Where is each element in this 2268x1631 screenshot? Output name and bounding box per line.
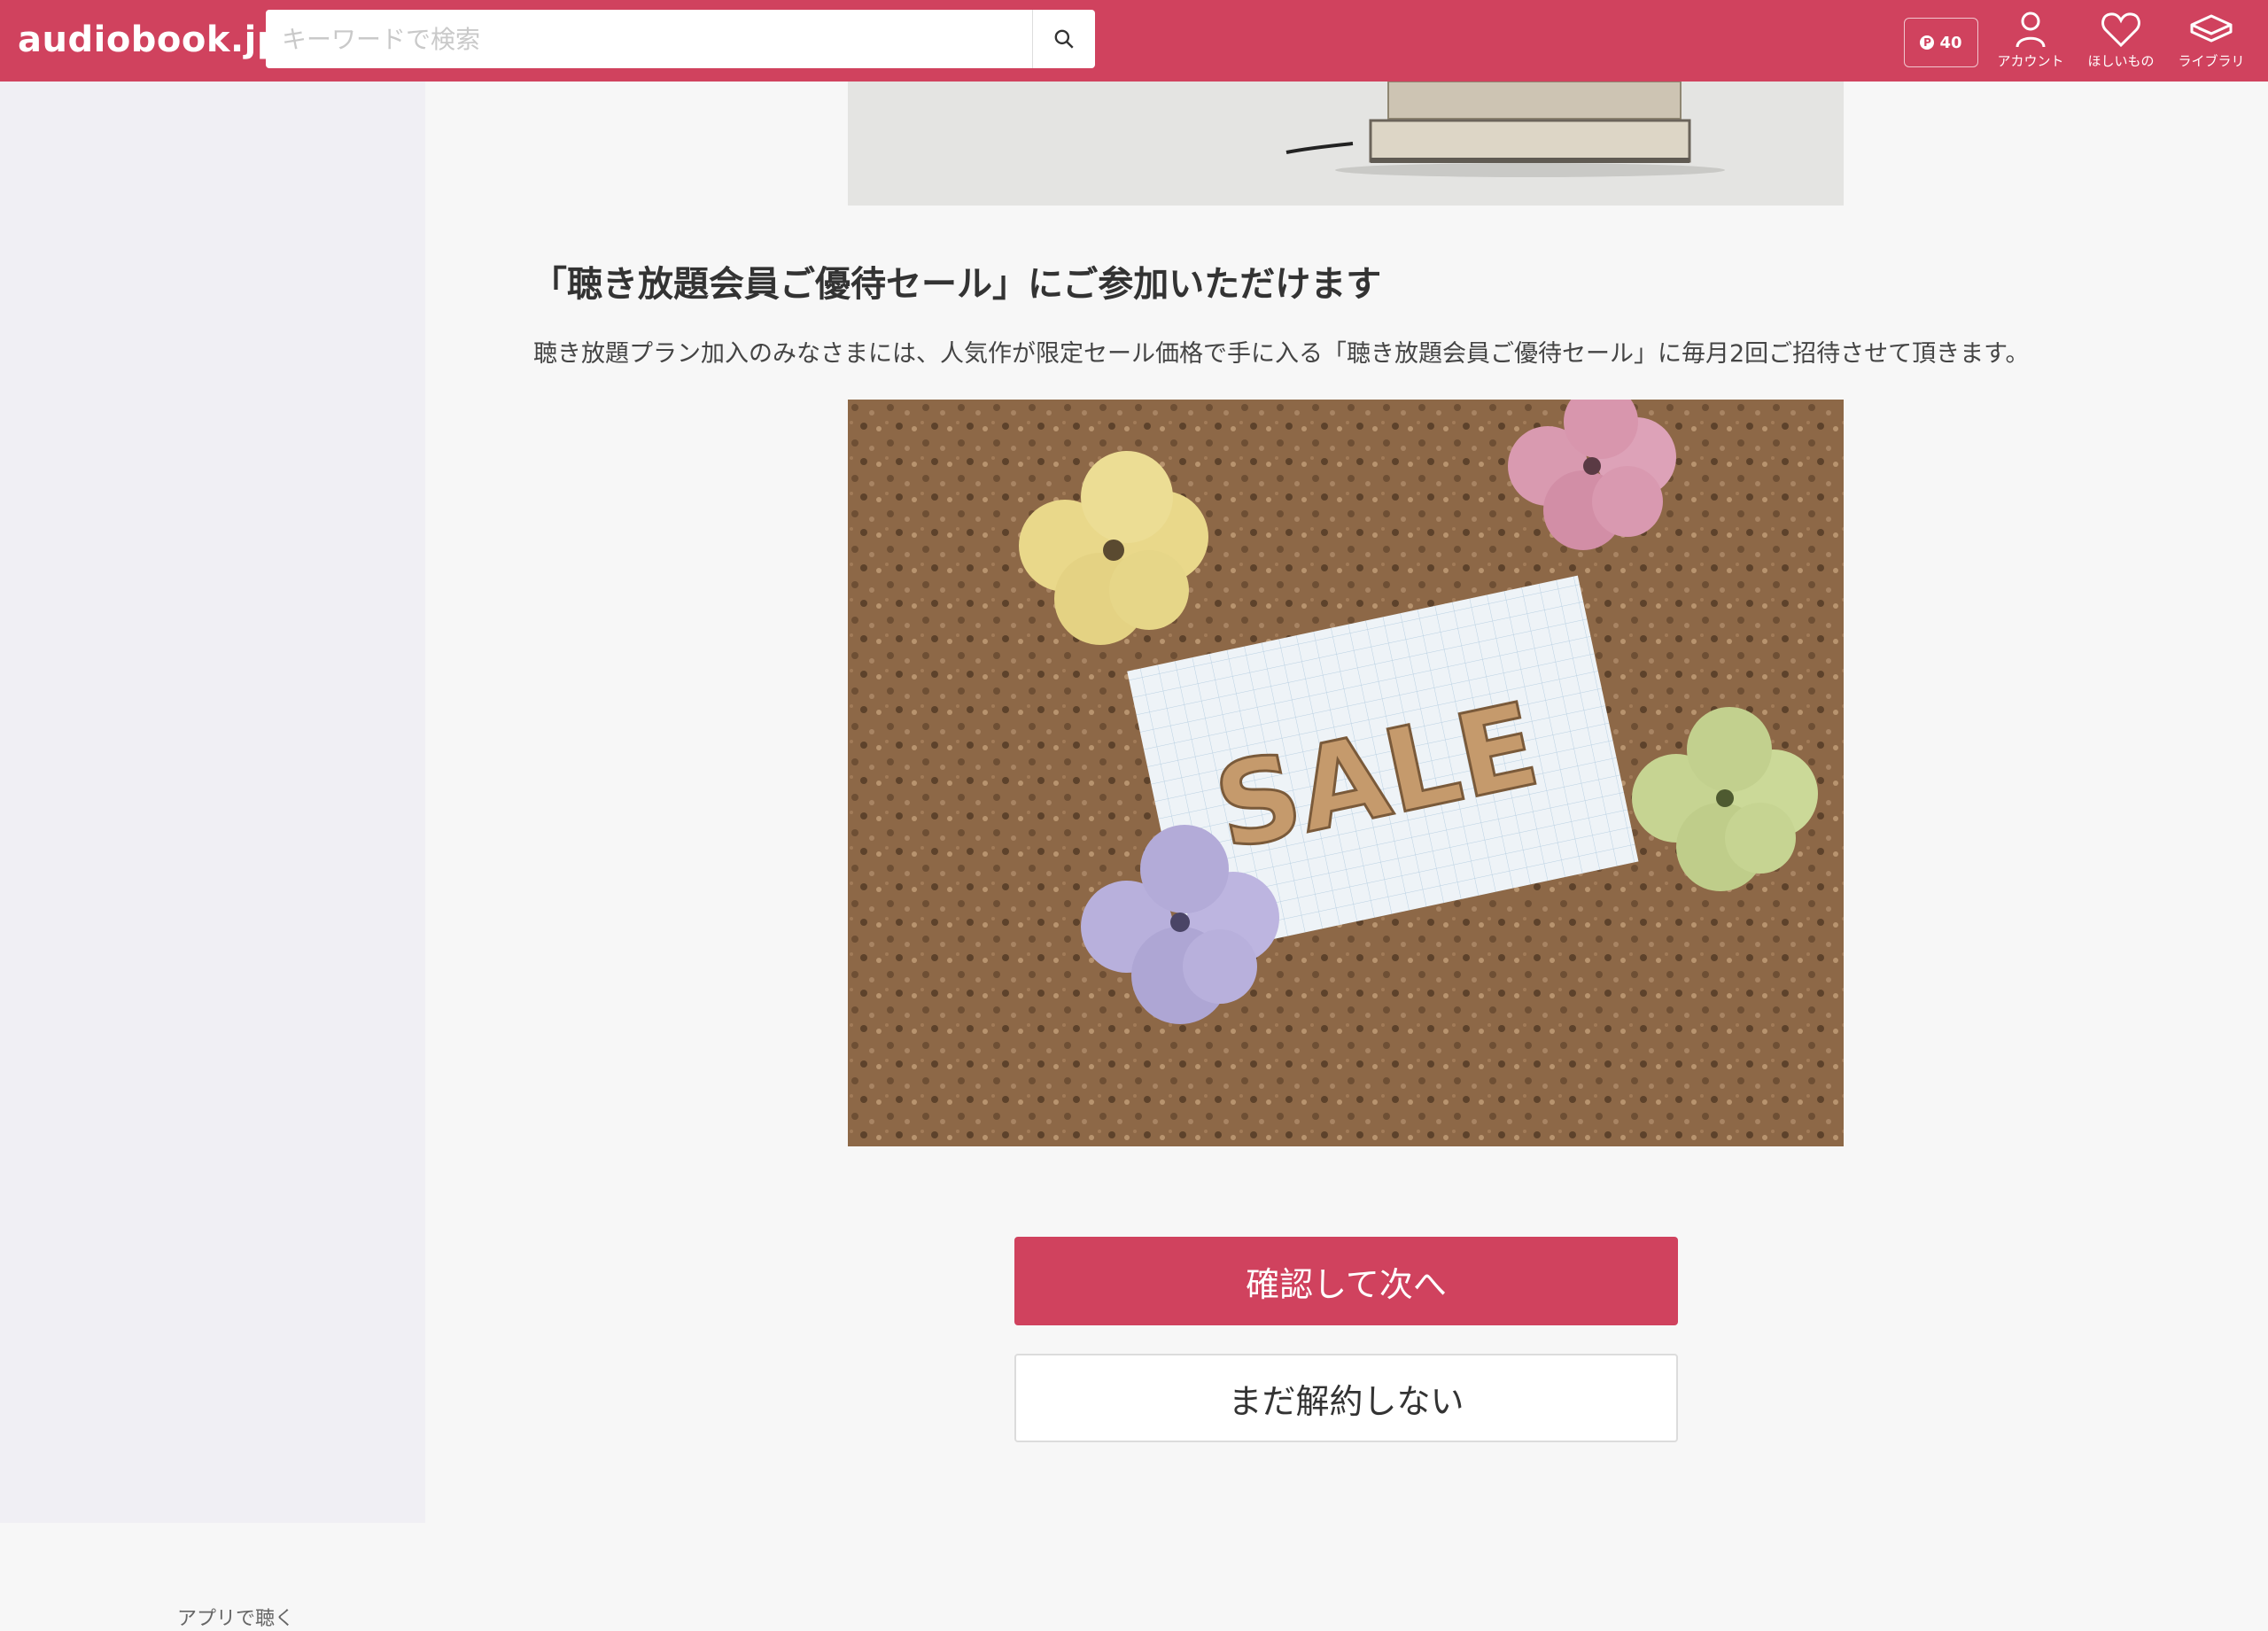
account-icon bbox=[2016, 12, 2046, 48]
coin-icon: P bbox=[1920, 35, 1935, 50]
search-icon bbox=[1054, 29, 1074, 49]
search-box bbox=[266, 10, 1095, 68]
books-banner-image bbox=[848, 82, 1844, 206]
points-count: 40 bbox=[1939, 33, 1962, 52]
top-header: audiobook.jp P 40 アカウント ほしいもの bbox=[0, 0, 2268, 82]
nav-wishlist-label: ほしいもの bbox=[2087, 53, 2155, 69]
nav-account[interactable]: アカウント bbox=[1986, 7, 2075, 78]
nav-wishlist[interactable]: ほしいもの bbox=[2077, 7, 2165, 78]
confirm-next-button[interactable]: 確認して次へ bbox=[1014, 1237, 1678, 1325]
footer-app-link[interactable]: アプリで聴く bbox=[177, 1603, 294, 1631]
points-badge[interactable]: P 40 bbox=[1904, 18, 1978, 67]
search-input[interactable] bbox=[266, 10, 1033, 68]
sale-description: 聴き放題プラン加入のみなさまには、人気作が限定セール価格で手に入る「聴き放題会員… bbox=[533, 340, 2030, 368]
footer: アプリで聴く bbox=[0, 1523, 2268, 1631]
left-sidebar bbox=[0, 82, 425, 1523]
keep-subscription-button[interactable]: まだ解約しない bbox=[1014, 1354, 1678, 1442]
nav-library-label: ライブラリ bbox=[2178, 53, 2245, 69]
nav-account-label: アカウント bbox=[1997, 53, 2064, 69]
search-button[interactable] bbox=[1032, 10, 1095, 68]
site-logo[interactable]: audiobook.jp bbox=[18, 18, 283, 62]
nav-library[interactable]: ライブラリ bbox=[2167, 7, 2256, 78]
library-icon bbox=[2190, 14, 2233, 43]
sale-image: SALE bbox=[848, 400, 1844, 1146]
heart-icon bbox=[2101, 12, 2140, 48]
page-heading: 「聴き放題会員ご優待セール」にご参加いただけます bbox=[532, 264, 1382, 305]
